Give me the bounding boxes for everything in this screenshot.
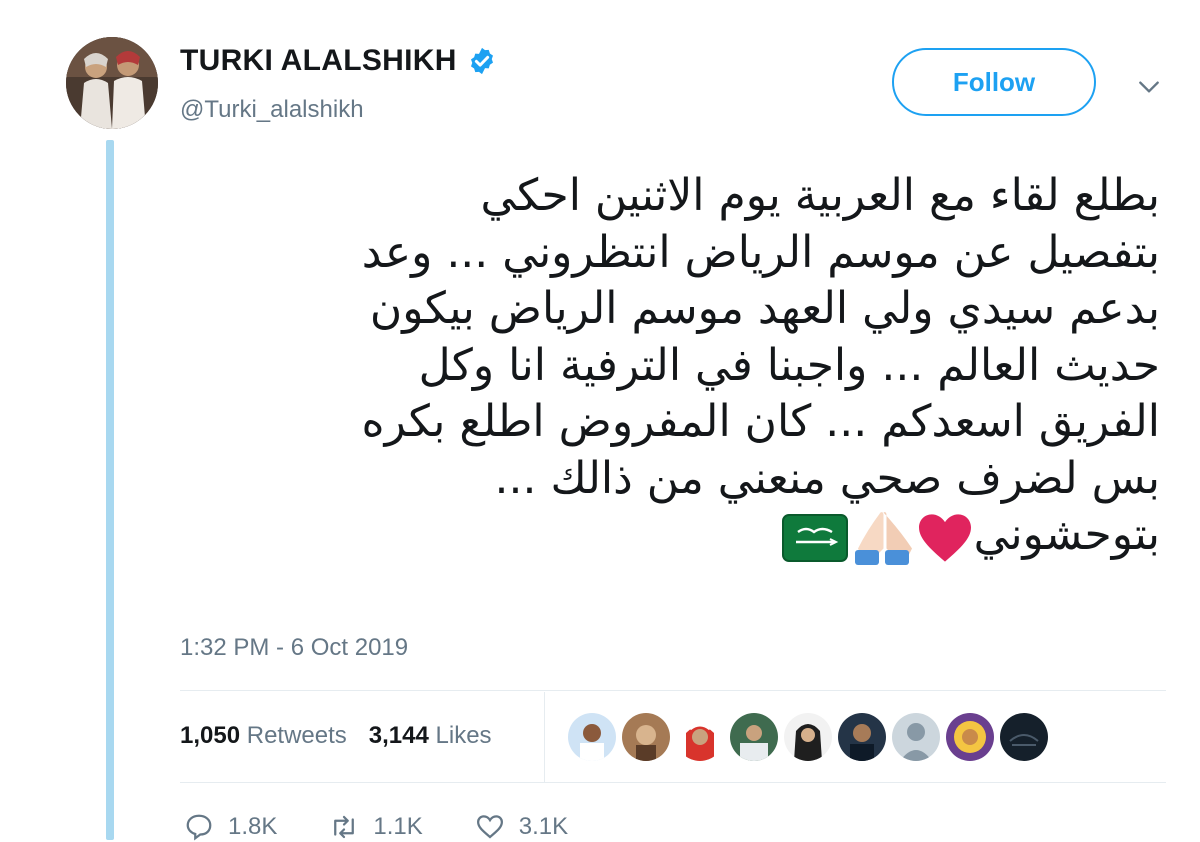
retweets-stat[interactable]: 1,050 Retweets — [180, 722, 347, 750]
likes-label: Likes — [435, 722, 492, 749]
divider-bottom — [180, 782, 1166, 783]
folded-hands-icon — [854, 511, 912, 565]
retweets-label: Retweets — [246, 722, 347, 749]
like-count: 3.1K — [518, 813, 569, 840]
author-display-name[interactable]: TURKI ALALSHIKH — [180, 44, 457, 78]
author-avatar[interactable] — [66, 37, 158, 129]
thread-line — [106, 140, 114, 840]
liker-avatar[interactable] — [730, 713, 778, 761]
reply-button[interactable]: 1.8K — [184, 812, 277, 842]
liker-avatar[interactable] — [622, 713, 670, 761]
tweet-text: بطلع لقاء مع العربية يوم الاثنين احكي بت… — [170, 168, 1160, 567]
tweet-line: بطلع لقاء مع العربية يوم الاثنين احكي — [480, 170, 1160, 221]
reply-icon — [186, 814, 212, 841]
chevron-down-icon[interactable] — [1136, 74, 1162, 100]
heart-outline-icon — [476, 815, 503, 839]
likes-stat[interactable]: 3,144 Likes — [369, 722, 492, 750]
tweet-line: الفريق اسعدكم ... كان المفروض اطلع بكره — [361, 396, 1160, 447]
author-name-row[interactable]: TURKI ALALSHIKH — [180, 44, 497, 78]
stats-divider — [544, 692, 545, 782]
retweet-count: 1.1K — [373, 813, 423, 840]
verified-badge-icon — [470, 47, 493, 75]
liker-avatar[interactable] — [676, 713, 724, 761]
reply-count: 1.8K — [228, 813, 278, 840]
saudi-flag-icon — [781, 513, 848, 562]
red-heart-icon — [918, 513, 971, 562]
retweets-count: 1,050 — [180, 722, 241, 749]
liker-avatar[interactable] — [1000, 713, 1048, 761]
tweet-line: بتوحشوني — [973, 509, 1160, 560]
liker-avatar[interactable] — [838, 713, 886, 761]
liker-avatars — [568, 713, 1048, 761]
engagement-stats: 1,050 Retweets 3,144 Likes — [180, 722, 492, 750]
retweet-icon — [334, 815, 355, 839]
liker-avatar[interactable] — [892, 713, 940, 761]
tweet-line: حديث العالم ... واجبنا في الترفية انا وك… — [418, 339, 1160, 391]
tweet-last-line: بتوحشوني — [170, 507, 1160, 567]
follow-button[interactable]: Follow — [892, 48, 1096, 116]
tweet-line: بس لضرف صحي منعني من ذالك ... — [494, 452, 1161, 504]
tweet-timestamp[interactable]: 1:32 PM - 6 Oct 2019 — [180, 634, 408, 662]
tweet-line: بتفصيل عن موسم الرياض انتظروني ... وعد — [361, 226, 1160, 278]
likes-count: 3,144 — [368, 722, 429, 749]
author-handle[interactable]: @Turki_alalshikh — [180, 96, 364, 124]
tweet-line: بدعم سيدي ولي العهد موسم الرياض بيكون — [369, 283, 1160, 334]
divider-top — [180, 690, 1166, 691]
profile-photo-icon — [66, 37, 158, 129]
retweet-button[interactable]: 1.1K — [329, 812, 423, 842]
like-button[interactable]: 3.1K — [475, 812, 568, 842]
tweet-actions: 1.8K 1.1K 3.1K — [184, 812, 568, 842]
liker-avatar[interactable] — [568, 713, 616, 761]
liker-avatar[interactable] — [946, 713, 994, 761]
emoji-group — [778, 508, 974, 567]
liker-avatar[interactable] — [784, 713, 832, 761]
